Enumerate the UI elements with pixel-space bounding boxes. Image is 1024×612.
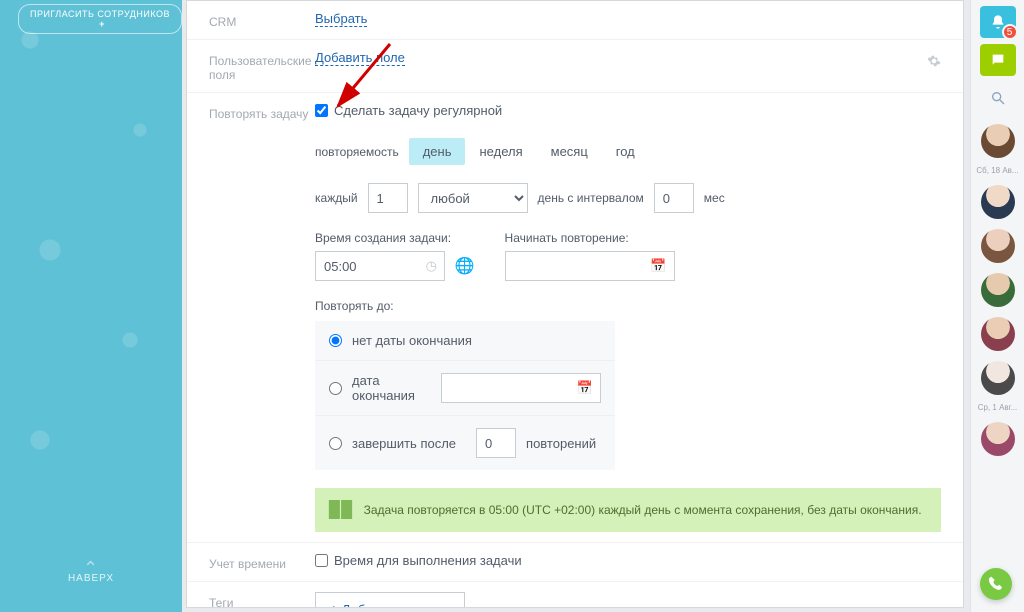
day-type-select[interactable]: любой [418,183,528,213]
time-columns: Время создания задачи: ◷ 🌐 Начинать повт… [315,231,941,281]
custom-fields-label: Пользовательские поля [209,50,315,82]
radio-end-after[interactable] [329,437,342,450]
repetitions-label: повторений [526,436,596,451]
time-tracking-label: Учет времени [209,553,315,571]
search-button[interactable] [980,82,1016,114]
row-repeat-task: Повторять задачу Сделать задачу регулярн… [187,92,963,542]
start-repeat-label: Начинать повторение: [505,231,675,245]
tab-day[interactable]: день [409,138,466,165]
timezone-icon[interactable]: 🌐 [455,258,475,275]
notification-badge: 5 [1002,24,1018,40]
day-interval-label: день с интервалом [538,191,644,205]
notifications-button[interactable]: 5 [980,6,1016,38]
crm-select-link[interactable]: Выбрать [315,11,367,27]
month-suffix: мес [704,191,725,205]
end-date-input[interactable] [441,373,601,403]
add-field-link[interactable]: Добавить поле [315,50,405,66]
user-avatar-6[interactable] [981,361,1015,395]
tab-week[interactable]: неделя [465,138,536,165]
every-value-input[interactable] [368,183,408,213]
recurrence-lead: повторяемость [315,145,399,159]
task-form-panel: CRM Выбрать Пользовательские поля Добави… [186,0,964,608]
creation-time-label: Время создания задачи: [315,231,475,245]
messages-button[interactable] [980,44,1016,76]
invite-employees-button[interactable]: ПРИГЛАСИТЬ СОТРУДНИКОВ + [18,4,182,34]
crm-label: CRM [209,11,315,29]
end-after-label: завершить после [352,436,456,451]
avatar-date-2: Ср, 1 Авг... [978,403,1018,412]
time-tracking-row: Время для выполнения задачи [315,553,941,568]
back-to-top-button[interactable]: ⌃ НАВЕРХ [0,563,182,584]
invite-label: ПРИГЛАСИТЬ СОТРУДНИКОВ [30,9,170,19]
search-icon [990,90,1006,106]
repetitions-input[interactable] [476,428,516,458]
right-sidebar: 5 Сб, 18 Ав... Ср, 1 Авг... [970,0,1024,612]
add-tag-button[interactable]: + Добавить [315,592,465,608]
radio-end-date[interactable] [329,382,342,395]
opt-end-after: завершить после повторений [315,415,615,470]
no-end-label: нет даты окончания [352,333,472,348]
end-date-label: дата окончания [352,373,431,403]
every-label: каждый [315,191,358,205]
recurrence-summary: ▉▉ Задача повторяется в 05:00 (UTC +02:0… [315,488,941,532]
call-button[interactable] [980,568,1012,600]
row-time-tracking: Учет времени Время для выполнения задачи [187,542,963,581]
make-recurring-checkbox[interactable] [315,104,328,117]
summary-text: Задача повторяется в 05:00 (UTC +02:00) … [364,503,922,517]
left-sidebar: ПРИГЛАСИТЬ СОТРУДНИКОВ + ⌃ НАВЕРХ [0,0,182,612]
sidebar-pattern [0,0,182,612]
avatar-date-1: Сб, 18 Ав... [976,166,1018,175]
interval-line: каждый любой день с интервалом мес [315,183,941,213]
user-avatar-5[interactable] [981,317,1015,351]
recurrence-settings: повторяемость день неделя месяц год кажд… [315,138,941,532]
row-tags: Теги + Добавить [187,581,963,608]
make-recurring-label: Сделать задачу регулярной [334,103,502,118]
user-avatar-4[interactable] [981,273,1015,307]
make-recurring-row: Сделать задачу регулярной [315,103,941,118]
time-tracking-text: Время для выполнения задачи [334,553,522,568]
recurrence-tabs: повторяемость день неделя месяц год [315,138,941,165]
tab-month[interactable]: месяц [537,138,602,165]
plus-icon: + [99,19,105,29]
user-avatar-2[interactable] [981,185,1015,219]
radio-no-end[interactable] [329,334,342,347]
gear-icon[interactable] [927,54,941,68]
phone-icon [988,576,1004,592]
tags-label: Теги [209,592,315,608]
user-avatar-7[interactable] [981,422,1015,456]
creation-time-input[interactable] [315,251,445,281]
opt-no-end: нет даты окончания [315,321,615,360]
add-tag-label: Добавить [342,602,399,609]
repeat-until-label: Повторять до: [315,299,941,313]
row-custom-fields: Пользовательские поля Добавить поле [187,39,963,92]
row-crm: CRM Выбрать [187,1,963,39]
repeat-task-label: Повторять задачу [209,103,315,121]
plus-icon: + [330,602,338,609]
month-interval-input[interactable] [654,183,694,213]
user-avatar-1[interactable] [981,124,1015,158]
time-tracking-checkbox[interactable] [315,554,328,567]
chevron-up-icon: ⌃ [0,563,182,573]
start-repeat-input[interactable] [505,251,675,281]
book-icon: ▉▉ [329,500,354,520]
message-icon [990,52,1006,68]
user-avatar-3[interactable] [981,229,1015,263]
opt-end-date: дата окончания 📅 [315,360,615,415]
repeat-until-options: нет даты окончания дата окончания 📅 заве… [315,321,615,470]
tab-year[interactable]: год [602,138,649,165]
